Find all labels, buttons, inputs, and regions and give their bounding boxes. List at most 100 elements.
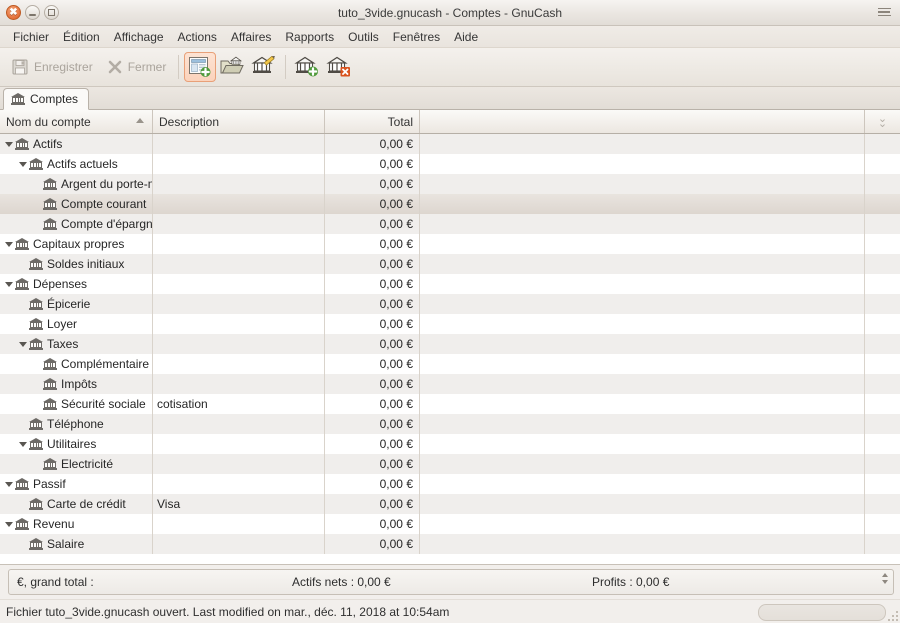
cell-description[interactable] (153, 154, 325, 174)
menu-fichier[interactable]: Fichier (6, 27, 56, 47)
cell-account-name[interactable]: Sécurité sociale (0, 394, 153, 414)
maximize-window-button[interactable] (44, 5, 59, 20)
cell-description[interactable] (153, 134, 325, 154)
cell-total[interactable]: 0,00 € (325, 414, 420, 434)
cell-total[interactable]: 0,00 € (325, 394, 420, 414)
cell-account-name[interactable]: Capitaux propres (0, 234, 153, 254)
table-row[interactable]: Soldes initiaux0,00 € (0, 254, 900, 274)
column-header-description[interactable]: Description (153, 110, 325, 133)
table-row[interactable]: Taxes0,00 € (0, 334, 900, 354)
minimize-window-button[interactable] (25, 5, 40, 20)
cell-description[interactable]: Visa (153, 494, 325, 514)
expander-toggle[interactable] (17, 442, 29, 447)
cell-total[interactable]: 0,00 € (325, 274, 420, 294)
new-file-button[interactable] (184, 52, 216, 82)
menu-rapports[interactable]: Rapports (278, 27, 341, 47)
cell-total[interactable]: 0,00 € (325, 314, 420, 334)
cell-description[interactable] (153, 194, 325, 214)
cell-description[interactable] (153, 294, 325, 314)
cell-description[interactable]: cotisation (153, 394, 325, 414)
spinner-down-icon[interactable] (882, 580, 888, 584)
window-menu-icon[interactable] (876, 4, 892, 20)
expander-toggle[interactable] (3, 242, 15, 247)
cell-description[interactable] (153, 374, 325, 394)
cell-total[interactable]: 0,00 € (325, 234, 420, 254)
cell-description[interactable] (153, 434, 325, 454)
menu-actions[interactable]: Actions (171, 27, 224, 47)
cell-total[interactable]: 0,00 € (325, 514, 420, 534)
table-row[interactable]: Electricité0,00 € (0, 454, 900, 474)
cell-description[interactable] (153, 454, 325, 474)
table-row[interactable]: Loyer 0,00 € (0, 314, 900, 334)
cell-description[interactable] (153, 174, 325, 194)
cell-total[interactable]: 0,00 € (325, 354, 420, 374)
menu-affaires[interactable]: Affaires (224, 27, 278, 47)
expander-toggle[interactable] (17, 342, 29, 347)
cell-account-name[interactable]: Actifs actuels (0, 154, 153, 174)
save-button[interactable]: Enregistrer (4, 53, 100, 81)
expander-toggle[interactable] (3, 522, 15, 527)
table-row[interactable]: Utilitaires 0,00 € (0, 434, 900, 454)
new-account-button[interactable] (291, 52, 323, 82)
resize-grip[interactable] (888, 611, 898, 621)
cell-description[interactable] (153, 214, 325, 234)
cell-description[interactable] (153, 254, 325, 274)
cell-account-name[interactable]: Téléphone (0, 414, 153, 434)
cell-account-name[interactable]: Compte d'épargne (0, 214, 153, 234)
cell-description[interactable] (153, 354, 325, 374)
expander-toggle[interactable] (3, 482, 15, 487)
cell-total[interactable]: 0,00 € (325, 374, 420, 394)
open-file-button[interactable] (216, 52, 248, 82)
cell-total[interactable]: 0,00 € (325, 334, 420, 354)
tab-comptes[interactable]: Comptes (3, 88, 89, 110)
menu-fenetres[interactable]: Fenêtres (386, 27, 447, 47)
table-row[interactable]: Impôts0,00 € (0, 374, 900, 394)
cell-total[interactable]: 0,00 € (325, 154, 420, 174)
column-chooser-button[interactable]: ⌄⌄ (865, 110, 900, 133)
cell-description[interactable] (153, 314, 325, 334)
menu-aide[interactable]: Aide (447, 27, 485, 47)
cell-description[interactable] (153, 334, 325, 354)
cell-total[interactable]: 0,00 € (325, 194, 420, 214)
cell-account-name[interactable]: Argent du porte-mo (0, 174, 153, 194)
table-row[interactable]: Compte courant 0,00 € (0, 194, 900, 214)
cell-account-name[interactable]: Utilitaires (0, 434, 153, 454)
cell-total[interactable]: 0,00 € (325, 434, 420, 454)
table-row[interactable]: Capitaux propres 0,00 € (0, 234, 900, 254)
cell-total[interactable]: 0,00 € (325, 174, 420, 194)
cell-description[interactable] (153, 274, 325, 294)
table-row[interactable]: Actifs actuels 0,00 € (0, 154, 900, 174)
delete-account-button[interactable] (323, 52, 355, 82)
cell-account-name[interactable]: Passif (0, 474, 153, 494)
expander-toggle[interactable] (17, 162, 29, 167)
cell-account-name[interactable]: Revenu (0, 514, 153, 534)
close-window-button[interactable]: ✖ (6, 5, 21, 20)
edit-account-button[interactable] (248, 52, 280, 82)
cell-total[interactable]: 0,00 € (325, 454, 420, 474)
table-row[interactable]: Dépenses 0,00 € (0, 274, 900, 294)
cell-total[interactable]: 0,00 € (325, 214, 420, 234)
cell-account-name[interactable]: Actifs (0, 134, 153, 154)
table-row[interactable]: Passif0,00 € (0, 474, 900, 494)
table-row[interactable]: Salaire0,00 € (0, 534, 900, 554)
cell-total[interactable]: 0,00 € (325, 494, 420, 514)
cell-description[interactable] (153, 514, 325, 534)
cell-account-name[interactable]: Dépenses (0, 274, 153, 294)
table-row[interactable]: Revenu 0,00 € (0, 514, 900, 534)
cell-account-name[interactable]: Compte courant (0, 194, 153, 214)
cell-account-name[interactable]: Carte de crédit (0, 494, 153, 514)
menu-outils[interactable]: Outils (341, 27, 386, 47)
cell-account-name[interactable]: Loyer (0, 314, 153, 334)
table-row[interactable]: Épicerie0,00 € (0, 294, 900, 314)
table-row[interactable]: Actifs0,00 € (0, 134, 900, 154)
summary-spinner[interactable] (882, 573, 888, 584)
column-header-total[interactable]: Total (325, 110, 420, 133)
cell-account-name[interactable]: Complémentaire m (0, 354, 153, 374)
table-row[interactable]: Téléphone 0,00 € (0, 414, 900, 434)
spinner-up-icon[interactable] (882, 573, 888, 577)
expander-toggle[interactable] (3, 142, 15, 147)
cell-total[interactable]: 0,00 € (325, 294, 420, 314)
cell-account-name[interactable]: Soldes initiaux (0, 254, 153, 274)
menu-edition[interactable]: Édition (56, 27, 107, 47)
menu-affichage[interactable]: Affichage (107, 27, 171, 47)
